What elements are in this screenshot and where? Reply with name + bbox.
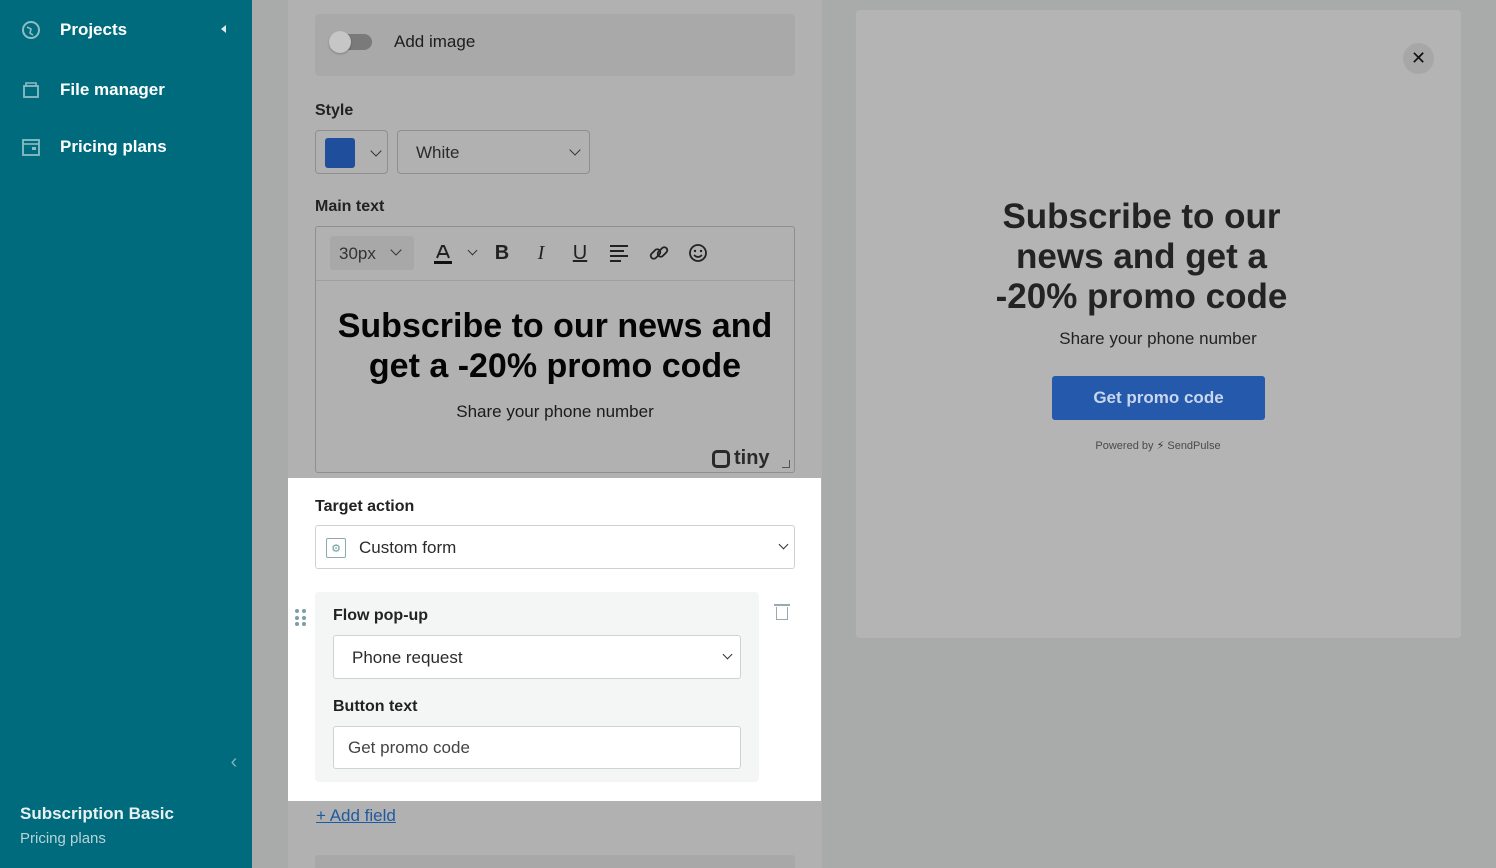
target-action-label: Target action (315, 498, 415, 515)
popup-preview (856, 10, 1461, 638)
drag-handle-icon[interactable] (295, 609, 307, 627)
font-size-select[interactable]: 30px (330, 236, 414, 270)
sidebar-item-label: Projects (60, 20, 128, 39)
tiny-logo-text: tiny (734, 447, 770, 469)
link-icon[interactable] (646, 240, 672, 266)
emoji-icon[interactable] (685, 240, 711, 266)
chevron-down-icon (370, 145, 382, 157)
resize-handle-icon[interactable] (782, 460, 790, 468)
preview-heading: Subscribe to our news and get a -20% pro… (995, 197, 1288, 316)
tiny-logo: tiny (712, 447, 770, 470)
style-select[interactable]: White (397, 130, 590, 174)
close-icon[interactable]: ✕ (1403, 43, 1434, 74)
button-text-label: Button text (333, 698, 418, 715)
sidebar: Projects File manager Pricing plans ‹ Su… (0, 0, 252, 868)
sidebar-item-label: File manager (60, 80, 165, 99)
trash-icon[interactable] (774, 602, 790, 620)
flow-popup-label: Flow pop-up (333, 607, 429, 624)
add-image-label: Add image (394, 32, 476, 51)
sidebar-item-file-manager[interactable]: File manager (20, 79, 165, 101)
powered-by-label: Powered by (1095, 440, 1154, 452)
chevron-down-icon (778, 539, 789, 550)
plan-title: Subscription Basic (20, 804, 174, 823)
get-promo-code-button[interactable]: Get promo code (1052, 376, 1265, 420)
italic-icon[interactable]: I (528, 240, 554, 266)
chevron-down-icon (390, 244, 402, 256)
sidebar-item-projects[interactable]: Projects (20, 19, 232, 41)
font-size-value: 30px (339, 244, 376, 263)
sidebar-item-label: Pricing plans (60, 137, 167, 156)
main-text-label: Main text (315, 198, 385, 215)
target-action-select[interactable]: ⚙ Custom form (315, 525, 795, 569)
folder-icon (20, 79, 42, 101)
editor-subtext[interactable]: Share your phone number (316, 402, 794, 422)
add-image-toggle[interactable] (329, 31, 372, 53)
powered-by-brand: SendPulse (1167, 440, 1221, 452)
plan-subtitle[interactable]: Pricing plans (20, 830, 106, 847)
chevron-down-icon (569, 144, 581, 156)
editor-toolbar: 30px B I U (316, 227, 794, 281)
chevron-down-icon (722, 649, 733, 660)
editor-content[interactable]: Subscribe to our news and get a -20% pro… (316, 282, 794, 422)
tiny-logo-icon (712, 449, 730, 468)
next-section-edge (315, 855, 795, 868)
globe-icon (20, 19, 42, 41)
underline-icon[interactable]: U (567, 240, 593, 266)
text-color-icon[interactable] (430, 240, 456, 266)
collapse-sidebar-icon[interactable]: ‹ (226, 751, 242, 773)
sidebar-item-pricing-plans[interactable]: Pricing plans (20, 136, 167, 158)
color-swatch (325, 138, 355, 168)
style-select-value: White (416, 143, 460, 162)
editor-heading[interactable]: Subscribe to our news and get a -20% pro… (316, 306, 794, 386)
bold-icon[interactable]: B (489, 240, 515, 266)
chevron-down-icon[interactable] (467, 245, 478, 256)
sendpulse-logo-icon: ⚡ (1156, 440, 1165, 452)
toggle-knob (329, 31, 351, 53)
powered-by[interactable]: Powered by ⚡ SendPulse (958, 439, 1358, 452)
button-text-input[interactable] (333, 726, 741, 769)
add-field-link[interactable]: + Add field (316, 806, 396, 826)
rich-text-editor[interactable]: 30px B I U Subscribe to our news and get… (315, 226, 795, 473)
gear-icon: ⚙ (326, 538, 346, 558)
flow-popup-select[interactable]: Phone request (333, 635, 741, 679)
color-picker[interactable] (315, 130, 388, 174)
add-image-row (315, 14, 795, 76)
caret-left-icon[interactable] (221, 25, 226, 33)
align-left-icon[interactable] (606, 240, 632, 266)
preview-subtext: Share your phone number (1059, 329, 1257, 348)
target-action-value: Custom form (359, 538, 457, 557)
wallet-icon (20, 136, 42, 158)
flow-popup-value: Phone request (352, 648, 463, 667)
style-label: Style (315, 102, 354, 119)
